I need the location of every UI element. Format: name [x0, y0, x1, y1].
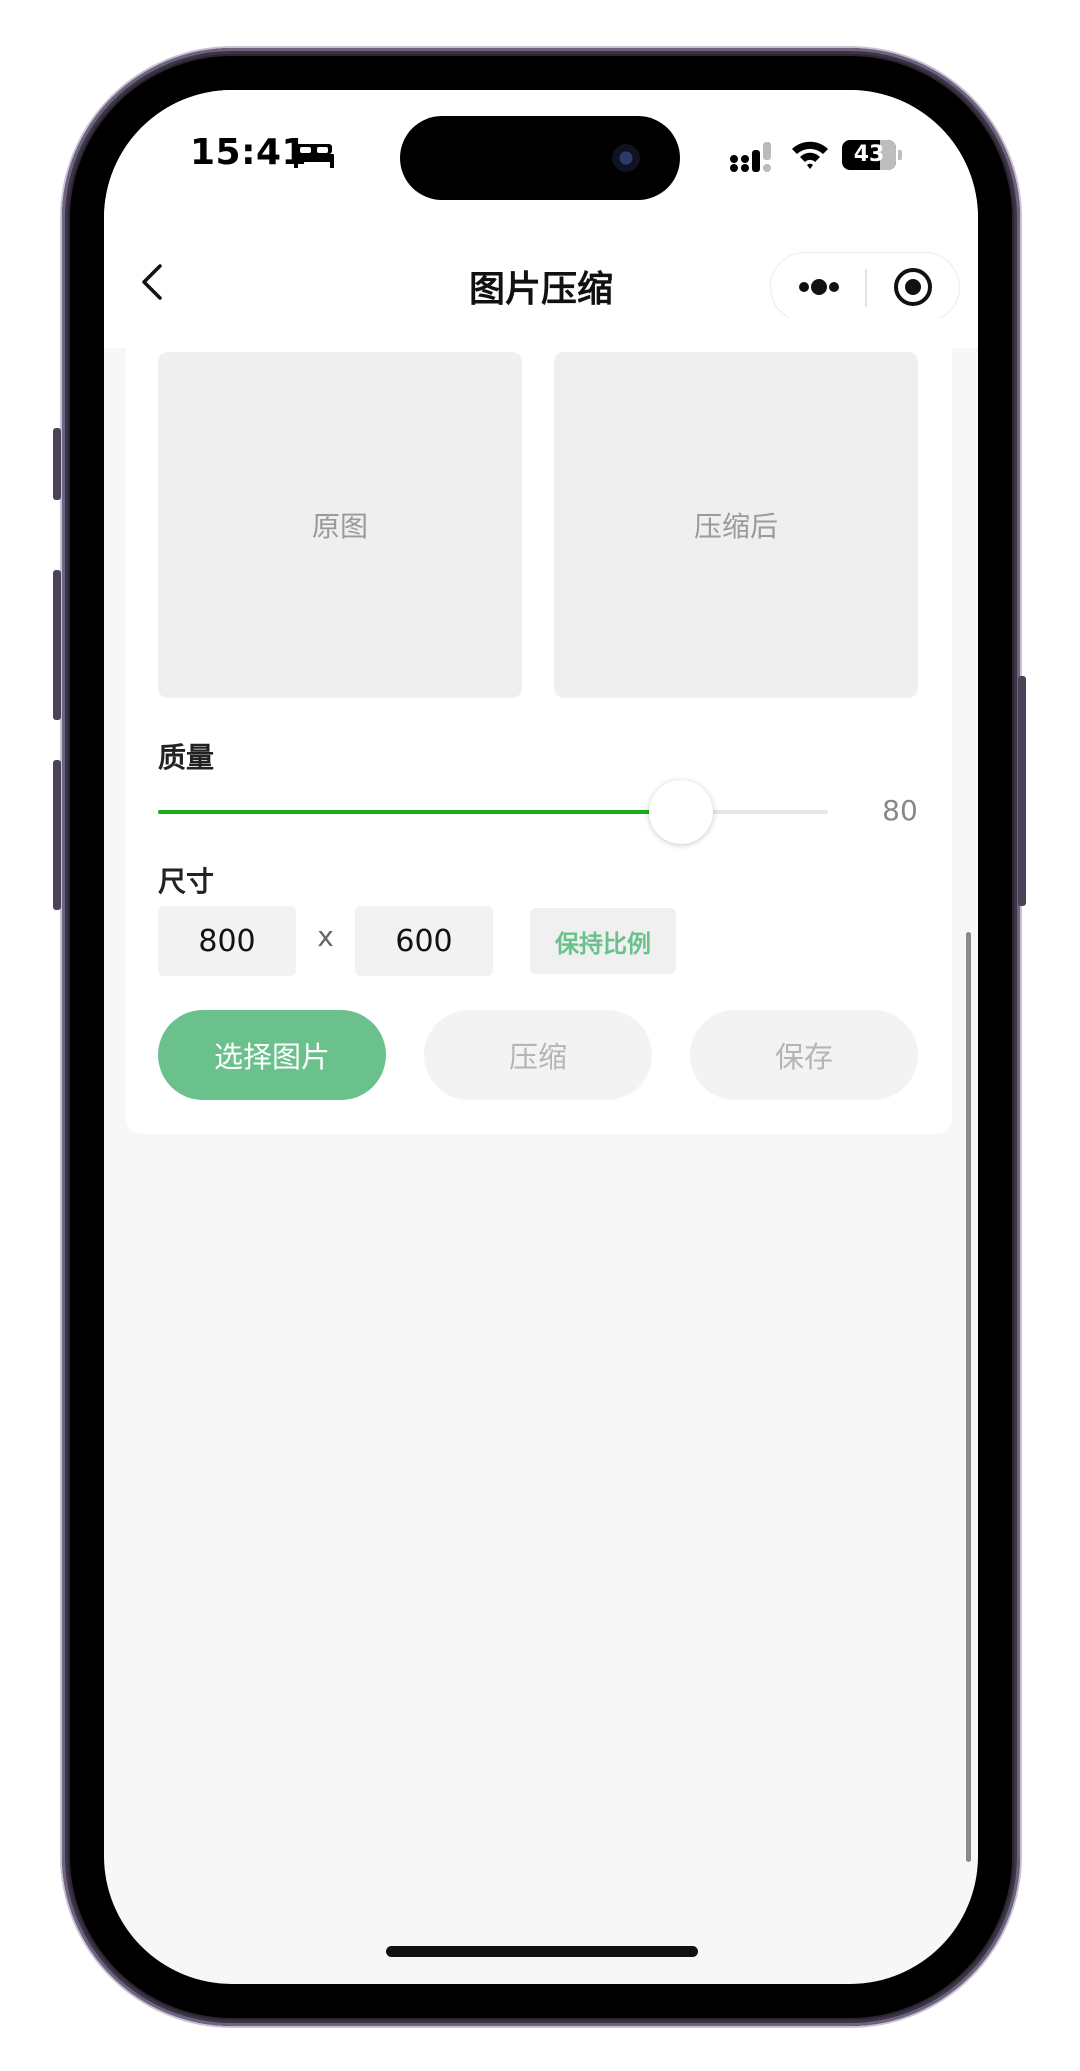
camera-icon [612, 144, 640, 172]
width-input[interactable] [158, 906, 296, 976]
original-preview[interactable]: 原图 [158, 352, 522, 698]
power-button [1018, 676, 1026, 906]
battery-indicator: 43 [842, 140, 896, 170]
compressed-preview[interactable]: 压缩后 [554, 352, 918, 698]
quality-slider-fill [158, 810, 681, 814]
screen: 15:41 43 图片压缩 原图 压缩后 质量 80 尺寸 800 x 600 … [104, 90, 978, 1984]
volume-up-button [53, 570, 61, 720]
save-button[interactable]: 保存 [690, 1010, 918, 1100]
status-bar: 15:41 43 [104, 90, 978, 222]
keep-ratio-button[interactable]: 保持比例 [530, 908, 676, 974]
signal-icon [730, 142, 771, 172]
volume-down-button [53, 760, 61, 910]
height-input[interactable] [355, 906, 493, 976]
battery-level: 43 [853, 142, 885, 167]
quality-slider-thumb[interactable] [648, 780, 713, 844]
dimension-separator: x [317, 920, 334, 953]
wifi-icon [792, 141, 828, 169]
status-time: 15:41 [190, 132, 308, 173]
action-button [53, 428, 61, 500]
scrollbar[interactable] [966, 932, 971, 1862]
battery-tip [898, 150, 902, 160]
quality-value: 80 [882, 794, 918, 827]
close-program-icon[interactable] [867, 253, 961, 321]
dynamic-island [400, 116, 680, 200]
quality-slider[interactable] [158, 780, 828, 844]
compress-button[interactable]: 压缩 [424, 1010, 652, 1100]
size-label: 尺寸 [158, 865, 215, 898]
compressed-preview-label: 压缩后 [693, 510, 778, 543]
home-indicator[interactable] [386, 1946, 698, 1957]
mini-program-capsule [770, 252, 960, 322]
more-icon[interactable] [771, 253, 865, 321]
compress-card: 原图 压缩后 质量 80 尺寸 x 保持比例 选择图片 压缩 保存 [126, 318, 952, 1134]
quality-label: 质量 [158, 741, 215, 774]
bed-icon [294, 144, 334, 168]
original-preview-label: 原图 [311, 510, 368, 543]
select-image-button[interactable]: 选择图片 [158, 1010, 386, 1100]
